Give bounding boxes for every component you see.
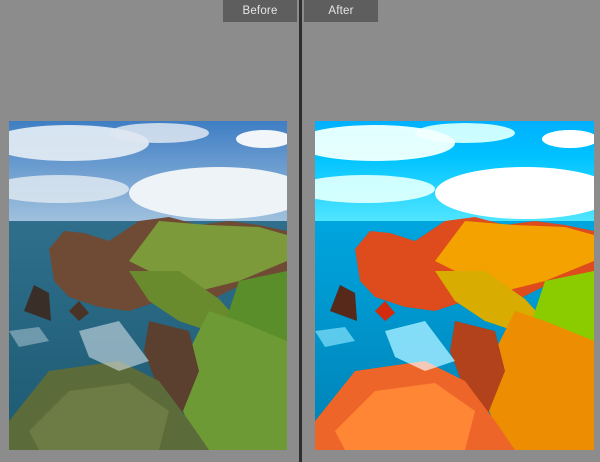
after-label: After (304, 0, 378, 22)
after-pane: After (302, 0, 600, 462)
before-pane: Before (0, 0, 299, 462)
before-photo (9, 121, 287, 450)
after-photo (315, 121, 594, 450)
before-label: Before (223, 0, 297, 22)
